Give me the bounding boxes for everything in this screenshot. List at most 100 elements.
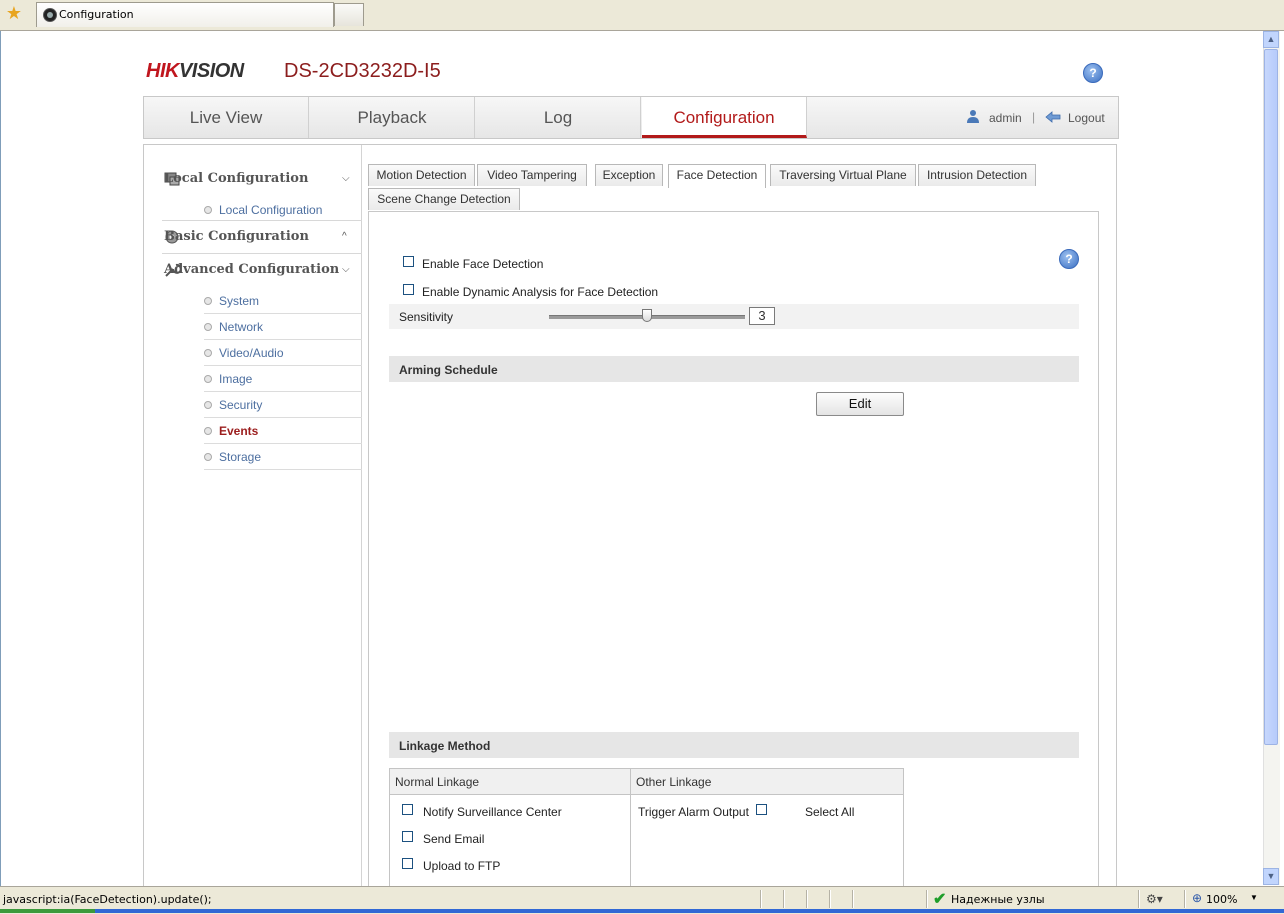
bullet-icon <box>204 297 212 305</box>
tab-traversing-virtual-plane[interactable]: Traversing Virtual Plane <box>770 164 916 186</box>
zoom-dropdown-icon[interactable]: ▼ <box>1250 893 1258 902</box>
chevron-up-icon[interactable]: ^ <box>342 231 347 242</box>
sensitivity-slider-handle[interactable] <box>642 309 652 322</box>
status-separator <box>926 890 928 908</box>
linkage-table: Normal Linkage Other Linkage Notify Surv… <box>389 768 904 899</box>
sidebar-separator <box>162 253 362 254</box>
select-all-label: Select All <box>805 805 855 819</box>
nav-tab-live-view[interactable]: Live View <box>144 97 309 138</box>
normal-linkage-header: Normal Linkage <box>395 775 480 789</box>
username: admin <box>989 111 1022 125</box>
status-text: javascript:ia(FaceDetection).update(); <box>3 893 212 906</box>
upload-to-ftp-checkbox[interactable] <box>402 858 413 869</box>
bullet-icon <box>204 427 212 435</box>
tab-scene-change-detection[interactable]: Scene Change Detection <box>368 188 520 210</box>
hikvision-logo: HIKVISION <box>146 60 244 82</box>
main-nav: Live View Playback Log Configuration adm… <box>143 96 1119 139</box>
tab-face-detection[interactable]: Face Detection <box>668 164 766 188</box>
sidebar-item-video-audio[interactable]: Video/Audio <box>204 340 362 366</box>
notify-surveillance-center-checkbox[interactable] <box>402 804 413 815</box>
arming-schedule-header: Arming Schedule <box>389 356 1079 382</box>
nav-tab-playback[interactable]: Playback <box>310 97 475 138</box>
sidebar-item-label: Network <box>219 320 264 334</box>
help-icon[interactable]: ? <box>1059 249 1079 269</box>
sensitivity-value-field[interactable]: 3 <box>749 307 775 325</box>
taskbar-strip <box>0 909 1284 913</box>
nav-tab-log[interactable]: Log <box>476 97 641 138</box>
trigger-alarm-output-label: Trigger Alarm Output <box>638 805 749 819</box>
protected-mode-icon[interactable]: ⚙▾ <box>1146 892 1163 906</box>
sidebar-item-label: System <box>219 294 260 308</box>
scroll-down-arrow-icon[interactable]: ▼ <box>1263 868 1279 885</box>
logout-link[interactable]: Logout <box>1068 111 1105 125</box>
notify-surveillance-center-label: Notify Surveillance Center <box>423 805 562 819</box>
sidebar-item-events[interactable]: Events <box>204 418 362 444</box>
sidebar-item-system[interactable]: System <box>204 288 362 314</box>
sidebar-item-label: Events <box>219 424 259 438</box>
bullet-icon <box>204 323 212 331</box>
nav-tab-configuration[interactable]: Configuration <box>642 97 807 138</box>
sidebar-item-label: Local Configuration <box>219 203 323 217</box>
sidebar-advanced-configuration[interactable]: Advanced Configuration <box>164 262 339 277</box>
status-separator <box>852 890 854 908</box>
favorites-star-icon[interactable]: ★ <box>4 3 24 23</box>
other-linkage-header: Other Linkage <box>636 775 712 789</box>
bullet-icon <box>204 375 212 383</box>
browser-tab-bar: ★ Configuration <box>0 0 1284 31</box>
new-tab-button[interactable] <box>334 3 364 26</box>
chevron-down-icon[interactable]: ⌵ <box>342 173 350 184</box>
sidebar-item-image[interactable]: Image <box>204 366 362 392</box>
sidebar-local-configuration[interactable]: Local Configuration <box>164 171 308 186</box>
edit-schedule-button[interactable]: Edit <box>816 392 904 416</box>
tab-video-tampering[interactable]: Video Tampering <box>477 164 587 186</box>
security-zone-text: Надежные узлы <box>951 893 1045 906</box>
browser-tab[interactable]: Configuration <box>36 2 334 27</box>
status-separator <box>1138 890 1140 908</box>
status-separator <box>783 890 785 908</box>
status-separator <box>1184 890 1186 908</box>
chevron-down-icon[interactable]: ⌵ <box>342 264 350 275</box>
bullet-icon <box>204 349 212 357</box>
sidebar-item-label: Security <box>219 398 263 412</box>
send-email-checkbox[interactable] <box>402 831 413 842</box>
status-separator <box>806 890 808 908</box>
upload-to-ftp-label: Upload to FTP <box>423 859 501 873</box>
help-icon[interactable]: ? <box>1083 63 1103 83</box>
zoom-icon[interactable]: ⊕ <box>1192 891 1202 905</box>
select-all-checkbox[interactable] <box>756 804 767 815</box>
enable-face-detection-checkbox[interactable] <box>403 256 414 267</box>
sidebar-basic-configuration[interactable]: Basic Configuration <box>164 229 309 244</box>
user-icon <box>967 110 979 123</box>
section-title: Linkage Method <box>399 739 491 753</box>
enable-dynamic-analysis-checkbox[interactable] <box>403 284 414 295</box>
sidebar-item-storage[interactable]: Storage <box>204 444 362 470</box>
linkage-method-header: Linkage Method <box>389 732 1079 758</box>
status-separator <box>829 890 831 908</box>
tab-exception[interactable]: Exception <box>595 164 663 186</box>
sidebar-item-network[interactable]: Network <box>204 314 362 340</box>
sidebar-item-label: Video/Audio <box>219 346 284 360</box>
scrollbar-thumb[interactable] <box>1264 49 1278 745</box>
send-email-label: Send Email <box>423 832 485 846</box>
nav-separator: | <box>1032 110 1036 124</box>
tab-intrusion-detection[interactable]: Intrusion Detection <box>918 164 1036 186</box>
bullet-icon <box>204 401 212 409</box>
device-model: DS-2CD3232D-I5 <box>284 60 441 82</box>
linkage-table-header: Normal Linkage Other Linkage <box>390 769 903 795</box>
sidebar-item-security[interactable]: Security <box>204 392 362 418</box>
status-separator <box>760 890 762 908</box>
checkmark-icon: ✔ <box>933 891 947 908</box>
enable-face-detection-label: Enable Face Detection <box>422 257 544 271</box>
logout-icon[interactable] <box>1045 111 1061 123</box>
bullet-icon <box>204 453 212 461</box>
section-title: Arming Schedule <box>399 363 498 377</box>
sidebar-divider <box>361 145 362 887</box>
bullet-icon <box>204 206 212 214</box>
scroll-up-arrow-icon[interactable]: ▲ <box>1263 31 1279 48</box>
tab-motion-detection[interactable]: Motion Detection <box>368 164 475 186</box>
browser-tab-title: Configuration <box>59 8 134 21</box>
sidebar-item-label: Image <box>219 372 253 386</box>
zoom-level[interactable]: 100% <box>1206 893 1237 906</box>
sensitivity-label: Sensitivity <box>399 310 454 324</box>
column-divider <box>630 769 631 899</box>
